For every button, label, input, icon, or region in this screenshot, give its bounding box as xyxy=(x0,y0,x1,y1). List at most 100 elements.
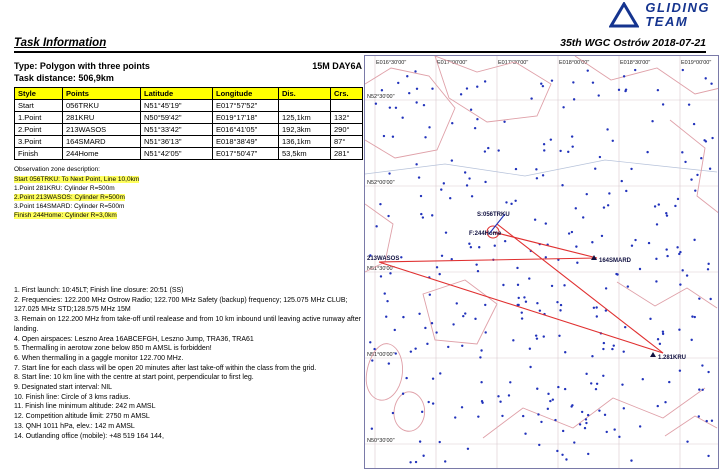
map-waypoint-dot xyxy=(381,89,383,91)
map-waypoint-dot xyxy=(536,388,538,390)
map-waypoint-dot xyxy=(497,395,499,397)
map-waypoint-dot xyxy=(503,121,505,123)
map-waypoint-dot xyxy=(542,85,544,87)
map-waypoint-dot xyxy=(415,101,417,103)
table-cell: 192,3km xyxy=(279,124,331,136)
map-waypoint-dot xyxy=(681,151,683,153)
map-waypoint-dot xyxy=(677,198,679,200)
map-waypoint-dot xyxy=(571,135,573,137)
column-header-dis: Dis. xyxy=(279,88,331,100)
map-waypoint-dot xyxy=(705,140,707,142)
map-waypoint-dot xyxy=(707,268,709,270)
table-cell: E017°50'47" xyxy=(213,148,279,160)
map-waypoint-dot xyxy=(420,213,422,215)
table-cell: N50°59'42" xyxy=(141,112,213,124)
map-airspace-outline xyxy=(670,120,718,214)
notes-list: 1. First launch: 10:45LT; Finish line cl… xyxy=(14,286,362,441)
map-waypoint-dot xyxy=(400,256,402,258)
map-waypoint-dot xyxy=(424,136,426,138)
map-waypoint-dot xyxy=(380,275,382,277)
map-waypoint-dot xyxy=(558,335,560,337)
map-waypoint-dot xyxy=(668,381,670,383)
map-waypoint-dot xyxy=(662,333,664,335)
map-waypoint-dot xyxy=(474,318,476,320)
map-waypoint-dot xyxy=(385,316,387,318)
map-waypoint-dot xyxy=(694,316,696,318)
map-waypoint-dot xyxy=(630,168,632,170)
map-waypoint-dot xyxy=(375,102,377,104)
map-waypoint-dot xyxy=(621,180,623,182)
task-type-row: Type: Polygon with three points 15M DAY6… xyxy=(14,61,362,71)
map-waypoint-dot xyxy=(487,147,489,149)
map-waypoint-dot xyxy=(508,394,510,396)
map-waypoint-dot xyxy=(691,315,693,317)
map-waypoint-dot xyxy=(582,216,584,218)
note-line: 11. Finish line minimum altitude: 242 m … xyxy=(14,402,362,412)
map-waypoint-dot xyxy=(543,149,545,151)
logo-line1: GLIDING xyxy=(645,1,710,15)
map-waypoint-dot xyxy=(524,433,526,435)
map-waypoint-dot xyxy=(536,302,538,304)
task-leg-line xyxy=(379,262,663,353)
map-waypoint-dot xyxy=(665,248,667,250)
map-waypoint-dot xyxy=(642,378,644,380)
map-waypoint-dot xyxy=(456,302,458,304)
table-row: Finish244HomeN51°42'05"E017°50'47"53,5km… xyxy=(15,148,363,160)
map-waypoint-dot xyxy=(479,356,481,358)
map-waypoint-dot xyxy=(392,136,394,138)
map-waypoint-dot xyxy=(528,277,530,279)
map-waypoint-dot xyxy=(585,373,587,375)
map-waypoint-dot xyxy=(552,398,554,400)
table-cell: E019°17'18" xyxy=(213,112,279,124)
note-line: 14. Outlanding office (mobile): +48 519 … xyxy=(14,432,362,442)
map-waypoint-dot xyxy=(395,352,397,354)
table-cell: 213WASOS xyxy=(63,124,141,136)
map-waypoint-dot xyxy=(395,107,397,109)
map-waypoint-dot xyxy=(618,436,620,438)
task-map: E016°30'00"E017°00'00"E017°30'00"E018°00… xyxy=(364,55,719,469)
task-table: Style Points Latitude Longitude Dis. Crs… xyxy=(14,87,363,160)
map-waypoint-dot xyxy=(467,448,469,450)
map-waypoint-dot xyxy=(591,355,593,357)
map-waypoint-dot xyxy=(431,88,433,90)
map-waypoint-dot xyxy=(415,461,417,463)
map-waypoint-dot xyxy=(424,327,426,329)
map-waypoint-dot xyxy=(484,304,486,306)
map-waypoint-label: 164SMARD xyxy=(599,258,632,264)
map-waypoint-dot xyxy=(538,444,540,446)
map-waypoint-dot xyxy=(471,195,473,197)
map-waypoint-dot xyxy=(666,255,668,257)
map-waypoint-dot xyxy=(402,316,404,318)
map-waypoint-dot xyxy=(657,338,659,340)
map-waypoint-dot xyxy=(383,135,385,137)
column-header-points: Points xyxy=(63,88,141,100)
map-waypoint-dot xyxy=(470,109,472,111)
column-header-style: Style xyxy=(15,88,63,100)
map-waypoint-dot xyxy=(639,268,641,270)
map-waypoint-dot xyxy=(521,317,523,319)
map-waypoint-dot xyxy=(649,318,651,320)
map-latitude-label: N52°30'00" xyxy=(367,94,395,100)
observation-title: Observation zone description: xyxy=(14,165,362,174)
logo-text: GLIDING TEAM xyxy=(645,1,710,29)
map-waypoint-dot xyxy=(504,240,506,242)
map-airspace-outline xyxy=(617,282,717,308)
map-waypoint-dot xyxy=(502,284,504,286)
map-waypoint-dot xyxy=(557,386,559,388)
map-waypoint-dot xyxy=(559,150,561,152)
map-waypoint-dot xyxy=(709,168,711,170)
observation-line: Finish 244Home: Cylinder R=3,0km xyxy=(14,212,117,219)
map-waypoint-dot xyxy=(444,460,446,462)
task-distance-label: Task distance: 506,9km xyxy=(14,73,362,83)
map-waypoint-dot xyxy=(501,415,503,417)
map-waypoint-dot xyxy=(405,377,407,379)
map-waypoint-dot xyxy=(549,400,551,402)
map-waypoint-dot xyxy=(431,214,433,216)
map-waypoint-dot xyxy=(686,274,688,276)
map-waypoint-dot xyxy=(568,232,570,234)
map-waypoint-dot xyxy=(686,440,688,442)
map-waypoint-dot xyxy=(426,343,428,345)
map-waypoint-dot xyxy=(625,190,627,192)
map-waypoint-dot xyxy=(710,83,712,85)
map-waypoint-dot xyxy=(684,161,686,163)
